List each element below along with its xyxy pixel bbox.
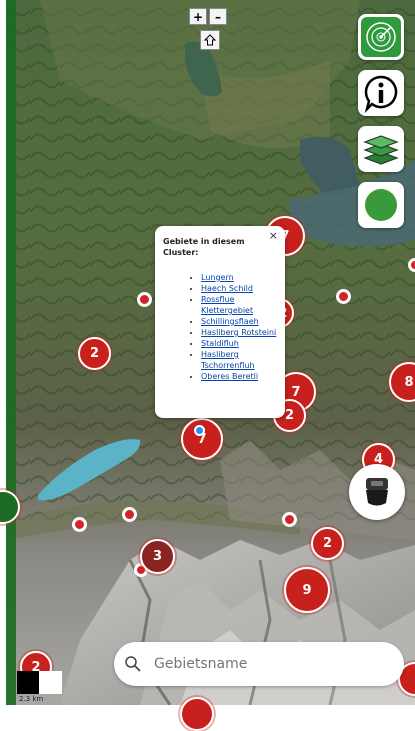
list-item: Hasliberg Rotsteini <box>201 327 277 338</box>
zoom-in-button[interactable]: + <box>189 8 207 25</box>
area-marker[interactable] <box>137 292 152 307</box>
cluster-marker[interactable] <box>180 697 214 731</box>
popup-list: Lungern Haech Schild Rossflue Klettergeb… <box>163 272 277 382</box>
list-item: Rossflue Klettergebiet <box>201 294 277 316</box>
list-item: Oberes Beretli <box>201 371 277 382</box>
scale-bar <box>17 671 62 698</box>
list-item: Schillingsflaeh <box>201 316 277 327</box>
info-button[interactable] <box>358 70 404 116</box>
area-marker[interactable] <box>122 507 137 522</box>
area-link[interactable]: Staldifluh <box>201 339 239 348</box>
info-icon <box>364 75 398 113</box>
area-marker[interactable] <box>336 289 351 304</box>
home-button[interactable] <box>200 30 220 50</box>
area-link[interactable]: Oberes Beretli <box>201 372 258 381</box>
area-link[interactable]: Hasliberg Tschorrenfluh <box>201 350 255 370</box>
list-item: Hasliberg Tschorrenfluh <box>201 349 277 371</box>
area-link[interactable]: Lungern <box>201 273 234 282</box>
search-bar <box>114 642 404 686</box>
cluster-marker[interactable]: 2 <box>78 337 111 370</box>
area-marker[interactable] <box>408 258 415 272</box>
zoom-out-button[interactable]: – <box>209 8 227 25</box>
gps-device-icon <box>366 478 388 506</box>
scale-label: 2.3 km <box>19 695 44 703</box>
layers-button[interactable] <box>358 126 404 172</box>
radar-button[interactable] <box>358 14 404 60</box>
zoom-controls: + – <box>189 8 227 25</box>
cluster-marker[interactable]: 7 <box>181 418 223 460</box>
layers-icon <box>363 135 399 165</box>
list-item: Lungern <box>201 272 277 283</box>
area-link[interactable]: Schillingsflaeh <box>201 317 259 326</box>
area-marker[interactable] <box>72 517 87 532</box>
popup-title: Gebiete in diesem Cluster: <box>163 237 245 257</box>
search-icon <box>125 656 141 672</box>
area-link[interactable]: Haech Schild <box>201 284 253 293</box>
map-left-border <box>0 0 6 705</box>
popup-close-button[interactable]: × <box>269 229 278 242</box>
area-link[interactable]: Rossflue Klettergebiet <box>201 295 253 315</box>
area-link[interactable]: Hasliberg Rotsteini <box>201 328 276 337</box>
list-item: Haech Schild <box>201 283 277 294</box>
location-marker <box>194 425 205 436</box>
status-button[interactable] <box>358 182 404 228</box>
radar-icon <box>361 17 401 57</box>
area-marker[interactable] <box>282 512 297 527</box>
scale-graphic <box>17 671 62 694</box>
list-item: Staldifluh <box>201 338 277 349</box>
search-input[interactable] <box>152 655 356 673</box>
gps-button[interactable] <box>349 464 405 520</box>
cluster-popup: × Gebiete in diesem Cluster: Lungern Hae… <box>155 226 285 418</box>
home-icon <box>204 34 216 46</box>
cluster-marker[interactable]: 2 <box>311 527 344 560</box>
cluster-marker[interactable]: 3 <box>140 539 175 574</box>
cluster-marker[interactable]: 9 <box>284 567 330 613</box>
green-circle-icon <box>365 189 397 221</box>
